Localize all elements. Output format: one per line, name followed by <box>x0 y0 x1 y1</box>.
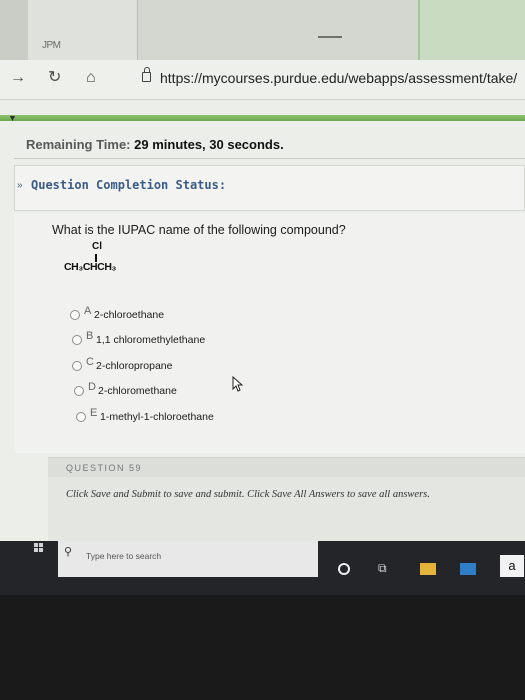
refresh-icon[interactable]: ↻ <box>48 68 61 88</box>
mail-icon[interactable] <box>460 563 476 575</box>
taskbar-search-input[interactable]: Type here to search <box>86 551 161 561</box>
compound-formula: CH₃CHCH₃ <box>64 261 117 273</box>
option-letter: A <box>84 305 92 317</box>
browser-tab[interactable]: JPM <box>28 0 138 60</box>
radio-button[interactable] <box>76 412 86 422</box>
mouse-cursor-icon <box>232 376 244 392</box>
home-icon[interactable]: ⌂ <box>86 68 96 88</box>
search-icon: ⚲ <box>64 546 73 558</box>
option-text[interactable]: 1-methyl-1-chloroethane <box>100 411 214 423</box>
triangle-down-icon[interactable]: ▼ <box>8 113 17 123</box>
address-bar: → ↻ ⌂ https://mycourses.purdue.edu/webap… <box>0 60 525 100</box>
option-text[interactable]: 1,1 chloromethylethane <box>96 334 205 346</box>
next-question-label: QUESTION 59 <box>66 463 143 473</box>
compound-substituent: Cl <box>92 241 102 252</box>
option-letter: C <box>86 356 94 368</box>
assessment-page: ▼ Remaining Time: 29 minutes, 30 seconds… <box>0 101 525 541</box>
timer-box: Remaining Time: 29 minutes, 30 seconds. <box>14 125 525 159</box>
completion-status-label[interactable]: Question Completion Status: <box>31 178 226 192</box>
radio-button[interactable] <box>72 335 82 345</box>
option-text[interactable]: 2-chloromethane <box>98 385 177 397</box>
radio-button[interactable] <box>72 361 82 371</box>
option-text[interactable]: 2-chloropropane <box>96 360 172 372</box>
windows-start-icon[interactable] <box>34 543 44 553</box>
option-letter: B <box>86 330 94 342</box>
save-instructions: Click Save and Submit to save and submit… <box>66 489 430 500</box>
next-question-header: QUESTION 59 <box>48 457 525 477</box>
taskbar-search-box[interactable]: ⚲ Type here to search <box>58 541 318 577</box>
browser-tab-strip: JPM <box>0 0 525 60</box>
remaining-time-label: Remaining Time: <box>26 137 131 152</box>
lock-icon <box>142 67 151 82</box>
question-text: What is the IUPAC name of the following … <box>52 223 346 237</box>
amazon-icon[interactable]: a <box>500 555 524 577</box>
screen: JPM → ↻ ⌂ https://mycourses.purdue.edu/w… <box>0 0 525 595</box>
forward-icon[interactable]: → <box>10 68 26 88</box>
file-explorer-icon[interactable] <box>420 563 436 575</box>
task-view-icon[interactable]: ⧉ <box>378 561 387 577</box>
option-text[interactable]: 2-chloroethane <box>94 309 164 321</box>
compound-structure: Cl CH₃CHCH₃ <box>64 241 144 281</box>
cortana-icon[interactable] <box>338 563 350 575</box>
browser-tab-inactive[interactable] <box>138 0 418 60</box>
completion-status-box: » Question Completion Status: <box>14 165 525 211</box>
question-box: What is the IUPAC name of the following … <box>14 213 525 453</box>
browser-tab-green[interactable] <box>418 0 525 60</box>
remaining-time-value: 29 minutes, 30 seconds. <box>134 137 284 152</box>
minimize-icon <box>318 36 342 38</box>
url-text[interactable]: https://mycourses.purdue.edu/webapps/ass… <box>160 70 517 86</box>
tab-title: JPM <box>42 40 61 51</box>
option-letter: E <box>90 407 98 419</box>
windows-taskbar: ⚲ Type here to search ⧉ a <box>0 541 525 595</box>
header-bar <box>0 115 525 121</box>
radio-button[interactable] <box>70 310 80 320</box>
expand-icon[interactable]: » <box>17 180 23 191</box>
radio-button[interactable] <box>74 386 84 396</box>
remaining-time: Remaining Time: 29 minutes, 30 seconds. <box>26 137 284 152</box>
tab-edge <box>0 0 28 60</box>
option-letter: D <box>88 381 96 393</box>
save-message-box: Click Save and Submit to save and submit… <box>48 477 525 541</box>
